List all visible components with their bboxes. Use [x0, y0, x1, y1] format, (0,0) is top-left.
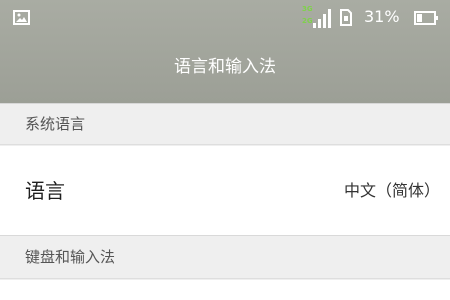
app-header: 3G 2G 31% 语言和输入法 — [0, 0, 450, 104]
language-value: 中文（简体） — [343, 181, 440, 200]
language-setting-row[interactable]: 语言 中文（简体） — [0, 146, 450, 236]
status-bar: 3G 2G 31% — [0, 0, 450, 36]
network-type-top: 3G — [302, 5, 313, 13]
settings-screen: 3G 2G 31% 语言和输入法 系统语言 语言 中文（简体） 键盘和输入法 — [0, 0, 450, 300]
battery-percentage: 31% — [364, 7, 400, 26]
signal-bars-icon — [313, 9, 331, 28]
section-system-language: 系统语言 — [0, 104, 450, 145]
language-label: 语言 — [25, 179, 65, 203]
battery-icon — [414, 11, 438, 25]
section-keyboard-input: 键盘和输入法 — [0, 236, 450, 279]
next-list-area — [0, 280, 450, 300]
network-signal: 3G 2G — [302, 5, 332, 29]
network-type-bottom: 2G — [302, 17, 313, 25]
page-title: 语言和输入法 — [174, 57, 276, 77]
sim-card-icon — [340, 9, 352, 26]
gallery-icon — [13, 10, 30, 25]
